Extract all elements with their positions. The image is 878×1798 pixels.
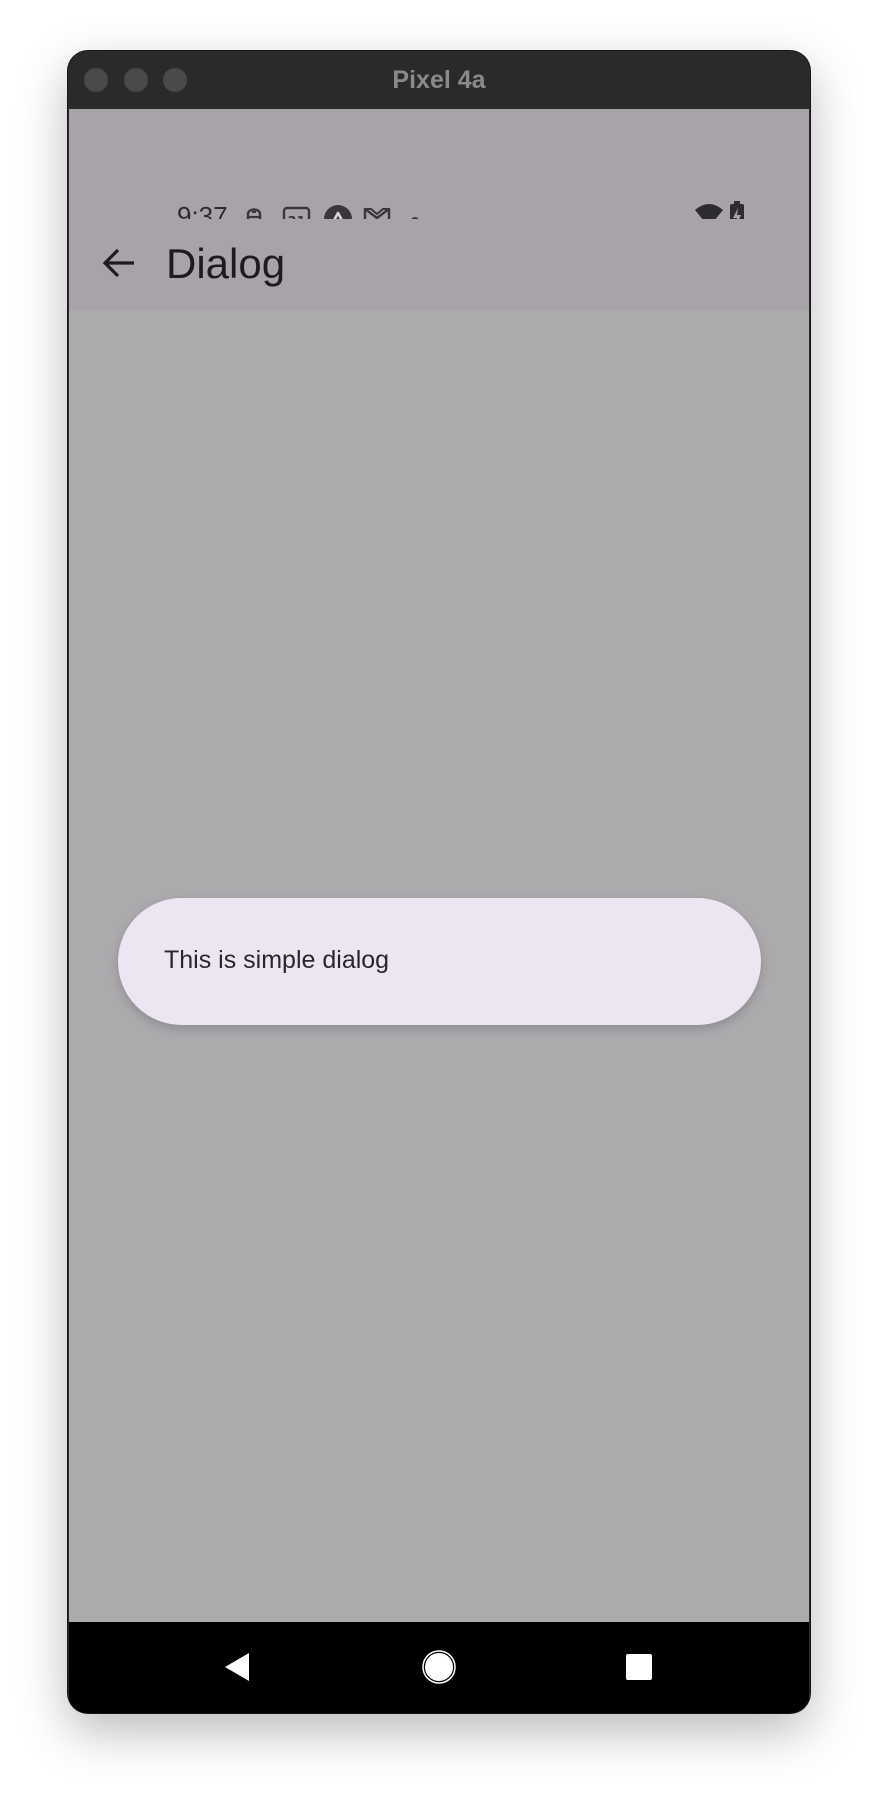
navigation-bar [69,1622,809,1713]
nav-back-button[interactable] [212,1642,262,1692]
arrow-back-icon [102,248,134,278]
dialog-message: This is simple dialog [164,946,390,974]
status-bar: 9:37 31 [69,109,809,234]
nav-home-button[interactable] [414,1642,464,1692]
nav-recents-button[interactable] [614,1642,664,1692]
window-titlebar: Pixel 4a [68,51,810,109]
back-button[interactable] [93,237,145,289]
page-title: Dialog [166,240,286,287]
home-circle-icon [422,1650,456,1684]
app-bar: Dialog [69,219,809,310]
recents-square-icon [626,1654,652,1680]
device-screen: 9:37 31 [69,109,809,1656]
emulator-window: Pixel 4a 9:37 31 [68,51,810,1713]
simple-dialog: This is simple dialog [118,898,761,1025]
window-title: Pixel 4a [392,66,486,94]
back-triangle-icon [225,1653,249,1681]
